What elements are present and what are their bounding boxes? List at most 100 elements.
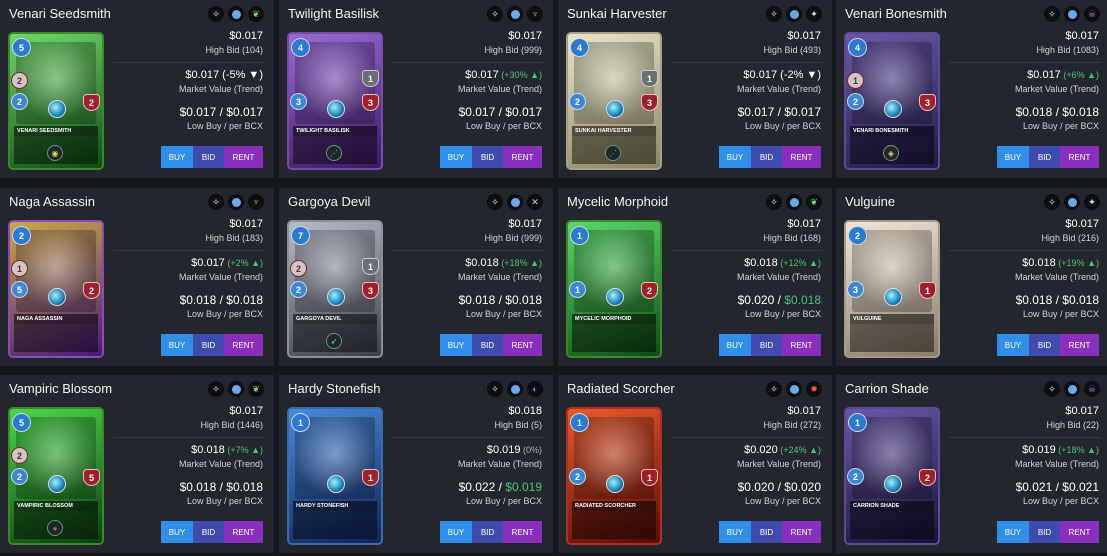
buy-button[interactable]: BUY xyxy=(719,146,751,168)
per-bcx-value: $0.018 xyxy=(1062,293,1099,307)
market-value: $0.019 (0%) xyxy=(487,444,542,456)
edition-dot-icon xyxy=(510,9,520,19)
current-price: $0.017 xyxy=(508,218,542,230)
bid-button[interactable]: BID xyxy=(472,334,503,356)
action-buttons: BUY BID RENT xyxy=(997,334,1099,356)
rent-button[interactable]: RENT xyxy=(782,334,821,356)
buy-button[interactable]: BUY xyxy=(719,521,751,543)
card-name-title[interactable]: Vulguine xyxy=(845,194,895,209)
trend-up-icon: ▲ xyxy=(1084,258,1096,268)
card-image[interactable]: Vampiric Blossom ● 5 2 2 5 xyxy=(8,407,104,545)
market-value-label: Market Value (Trend) xyxy=(178,272,263,282)
card-image[interactable]: Radiated Scorcher 1 2 1 xyxy=(566,407,662,545)
buy-button[interactable]: BUY xyxy=(997,334,1029,356)
rent-button[interactable]: RENT xyxy=(1060,521,1099,543)
market-value-label: Market Value (Trend) xyxy=(1014,84,1099,94)
card-image[interactable]: Naga Assassin 2 1 5 2 xyxy=(8,220,104,358)
per-bcx-value: $0.017 xyxy=(226,105,263,119)
attack-stat: 2 xyxy=(11,72,28,89)
health-stat: 3 xyxy=(919,94,936,111)
card-name-title[interactable]: Venari Bonesmith xyxy=(845,6,947,21)
bid-button[interactable]: BID xyxy=(751,146,782,168)
buy-button[interactable]: BUY xyxy=(997,521,1029,543)
rent-button[interactable]: RENT xyxy=(782,521,821,543)
mana-stat: 5 xyxy=(12,38,31,57)
card-image[interactable]: Mycelic Morphoid 1 1 2 xyxy=(566,220,662,358)
card-name-title[interactable]: Carrion Shade xyxy=(845,381,929,396)
bid-button[interactable]: BID xyxy=(193,334,224,356)
high-bid-value: 22 xyxy=(1085,420,1096,430)
bid-button[interactable]: BID xyxy=(193,521,224,543)
bid-button[interactable]: BID xyxy=(1029,334,1060,356)
current-price: $0.017 xyxy=(1065,405,1099,417)
bid-button[interactable]: BID xyxy=(751,521,782,543)
low-buy-price: $0.022 / $0.019 xyxy=(458,480,542,494)
rarity-icon: ✧ xyxy=(208,6,224,22)
card-image[interactable]: Twilight Basilisk ⋰ 4 1 3 3 xyxy=(287,32,383,170)
card-name-title[interactable]: Vampiric Blossom xyxy=(9,381,112,396)
bid-button[interactable]: BID xyxy=(751,334,782,356)
card-name-title[interactable]: Sunkai Harvester xyxy=(567,6,667,21)
card-image[interactable]: Hardy Stonefish 1 1 xyxy=(287,407,383,545)
bid-button[interactable]: BID xyxy=(1029,146,1060,168)
buy-button[interactable]: BUY xyxy=(719,334,751,356)
card-image[interactable]: Venari Bonesmith ◈ 4 1 2 3 xyxy=(844,32,940,170)
buy-button[interactable]: BUY xyxy=(440,146,472,168)
card-name-title[interactable]: Radiated Scorcher xyxy=(567,381,675,396)
buy-button[interactable]: BUY xyxy=(440,521,472,543)
low-buy-price: $0.018 / $0.018 xyxy=(458,293,542,307)
bid-button[interactable]: BID xyxy=(472,521,503,543)
bid-button[interactable]: BID xyxy=(193,146,224,168)
card-name-title[interactable]: Gargoya Devil xyxy=(288,194,370,209)
rent-button[interactable]: RENT xyxy=(224,334,263,356)
trend-up-icon: ▲ xyxy=(806,445,818,455)
buy-button[interactable]: BUY xyxy=(997,146,1029,168)
card-image[interactable]: Carrion Shade 1 2 2 xyxy=(844,407,940,545)
speed-stat: 2 xyxy=(847,93,864,110)
card-badges: ✧ ✦ xyxy=(766,6,822,22)
rent-button[interactable]: RENT xyxy=(1060,334,1099,356)
trend-up-icon: ▲ xyxy=(527,70,539,80)
rent-button[interactable]: RENT xyxy=(503,146,542,168)
rarity-icon: ✧ xyxy=(487,194,503,210)
rent-button[interactable]: RENT xyxy=(224,146,263,168)
card-image[interactable]: Sunkai Harvester ⋰ 4 1 2 3 xyxy=(566,32,662,170)
card-badges: ✧ ❦ xyxy=(766,194,822,210)
rent-button[interactable]: RENT xyxy=(224,521,263,543)
rent-button[interactable]: RENT xyxy=(503,334,542,356)
health-stat: 2 xyxy=(641,282,658,299)
rent-button[interactable]: RENT xyxy=(782,146,821,168)
rarity-icon: ✧ xyxy=(766,381,782,397)
card-image[interactable]: Vulguine 2 3 1 xyxy=(844,220,940,358)
action-buttons: BUY BID RENT xyxy=(440,334,542,356)
card-name-title[interactable]: Hardy Stonefish xyxy=(288,381,381,396)
buy-button[interactable]: BUY xyxy=(161,521,193,543)
market-value-price: $0.019 xyxy=(486,444,521,456)
bid-button[interactable]: BID xyxy=(472,146,503,168)
card-name-title[interactable]: Mycelic Morphoid xyxy=(567,194,668,209)
health-stat: 3 xyxy=(362,282,379,299)
low-buy-price: $0.020 / $0.018 xyxy=(737,293,821,307)
card-gem xyxy=(884,475,902,493)
speed-stat: 2 xyxy=(569,93,586,110)
rent-button[interactable]: RENT xyxy=(503,521,542,543)
card-footer xyxy=(850,324,934,352)
market-value-price: $0.019 xyxy=(1022,444,1056,456)
low-buy-label: Low Buy / per BCX xyxy=(465,121,542,131)
buy-button[interactable]: BUY xyxy=(161,146,193,168)
buy-button[interactable]: BUY xyxy=(161,334,193,356)
bid-button[interactable]: BID xyxy=(1029,521,1060,543)
buy-button[interactable]: BUY xyxy=(440,334,472,356)
card-name-title[interactable]: Venari Seedsmith xyxy=(9,6,111,21)
divider xyxy=(113,437,265,438)
rent-button[interactable]: RENT xyxy=(1060,146,1099,168)
current-price: $0.017 xyxy=(1065,218,1099,230)
card-image[interactable]: Venari Seedsmith ◉ 5 2 2 2 xyxy=(8,32,104,170)
divider xyxy=(671,62,823,63)
market-value-label: Market Value (Trend) xyxy=(457,84,542,94)
high-bid-label: High Bid (999) xyxy=(484,233,542,243)
card-name-title[interactable]: Twilight Basilisk xyxy=(288,6,379,21)
high-bid-value: 104 xyxy=(244,45,260,55)
card-image[interactable]: Gargoya Devil ➶ 7 2 1 2 3 xyxy=(287,220,383,358)
card-name-title[interactable]: Naga Assassin xyxy=(9,194,95,209)
